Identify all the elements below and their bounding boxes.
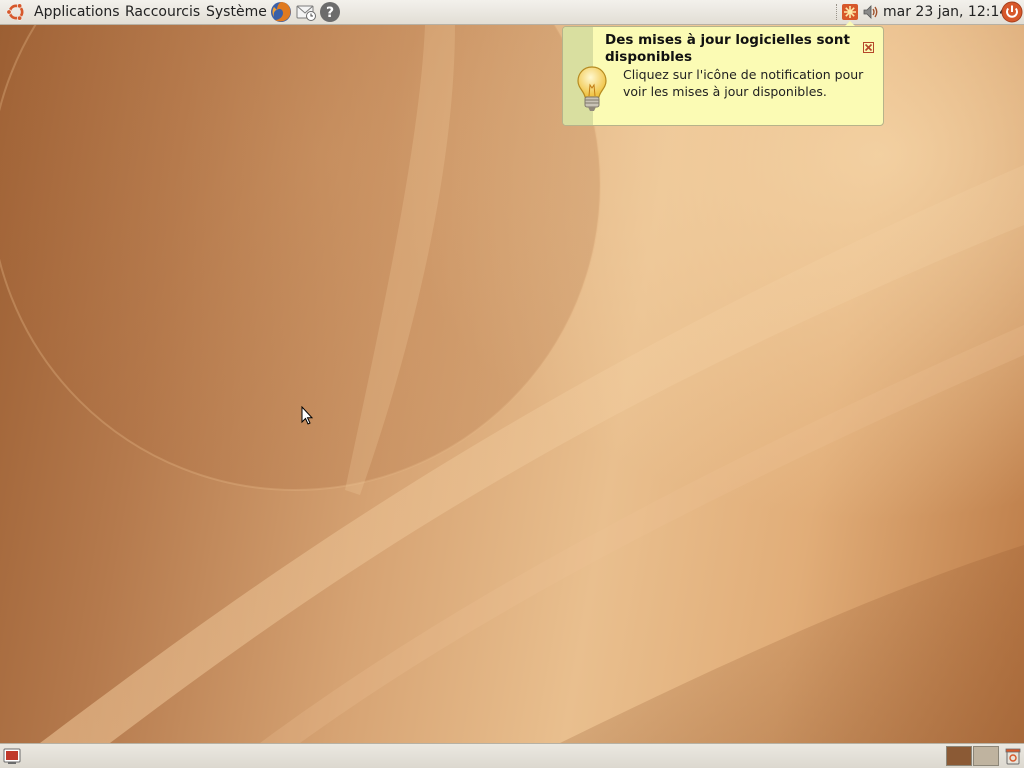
show-desktop-icon[interactable] (3, 747, 21, 765)
bottom-panel (0, 743, 1024, 768)
menu-system[interactable]: Système (206, 0, 267, 24)
wallpaper-curves (0, 25, 1024, 743)
help-icon[interactable]: ? (319, 1, 341, 23)
mouse-cursor-icon (301, 406, 313, 425)
clock[interactable]: mar 23 jan, 12:14 (883, 0, 1008, 24)
update-notifier-icon[interactable] (841, 3, 859, 21)
email-icon[interactable] (295, 1, 317, 23)
workspace-1[interactable] (946, 746, 972, 766)
workspace-2[interactable] (973, 746, 999, 766)
lightbulb-icon (577, 66, 607, 111)
ubuntu-logo-icon[interactable] (6, 2, 26, 22)
volume-icon[interactable] (862, 3, 880, 21)
trash-icon[interactable] (1004, 747, 1022, 765)
tray-handle[interactable] (836, 4, 839, 20)
firefox-icon[interactable] (270, 1, 292, 23)
power-icon[interactable] (1001, 1, 1023, 23)
update-notification[interactable]: Des mises à jour logicielles sont dispon… (562, 26, 884, 126)
notification-title: Des mises à jour logicielles sont dispon… (605, 32, 850, 65)
desktop-background[interactable] (0, 25, 1024, 743)
svg-text:?: ? (326, 5, 334, 21)
top-panel: Applications Raccourcis Système ? mar 23… (0, 0, 1024, 25)
close-icon[interactable] (863, 42, 874, 53)
menu-places[interactable]: Raccourcis (125, 0, 200, 24)
menu-applications[interactable]: Applications (34, 0, 120, 24)
screen: Applications Raccourcis Système ? mar 23… (0, 0, 1024, 768)
notification-body: Cliquez sur l'icône de notification pour… (623, 67, 864, 99)
